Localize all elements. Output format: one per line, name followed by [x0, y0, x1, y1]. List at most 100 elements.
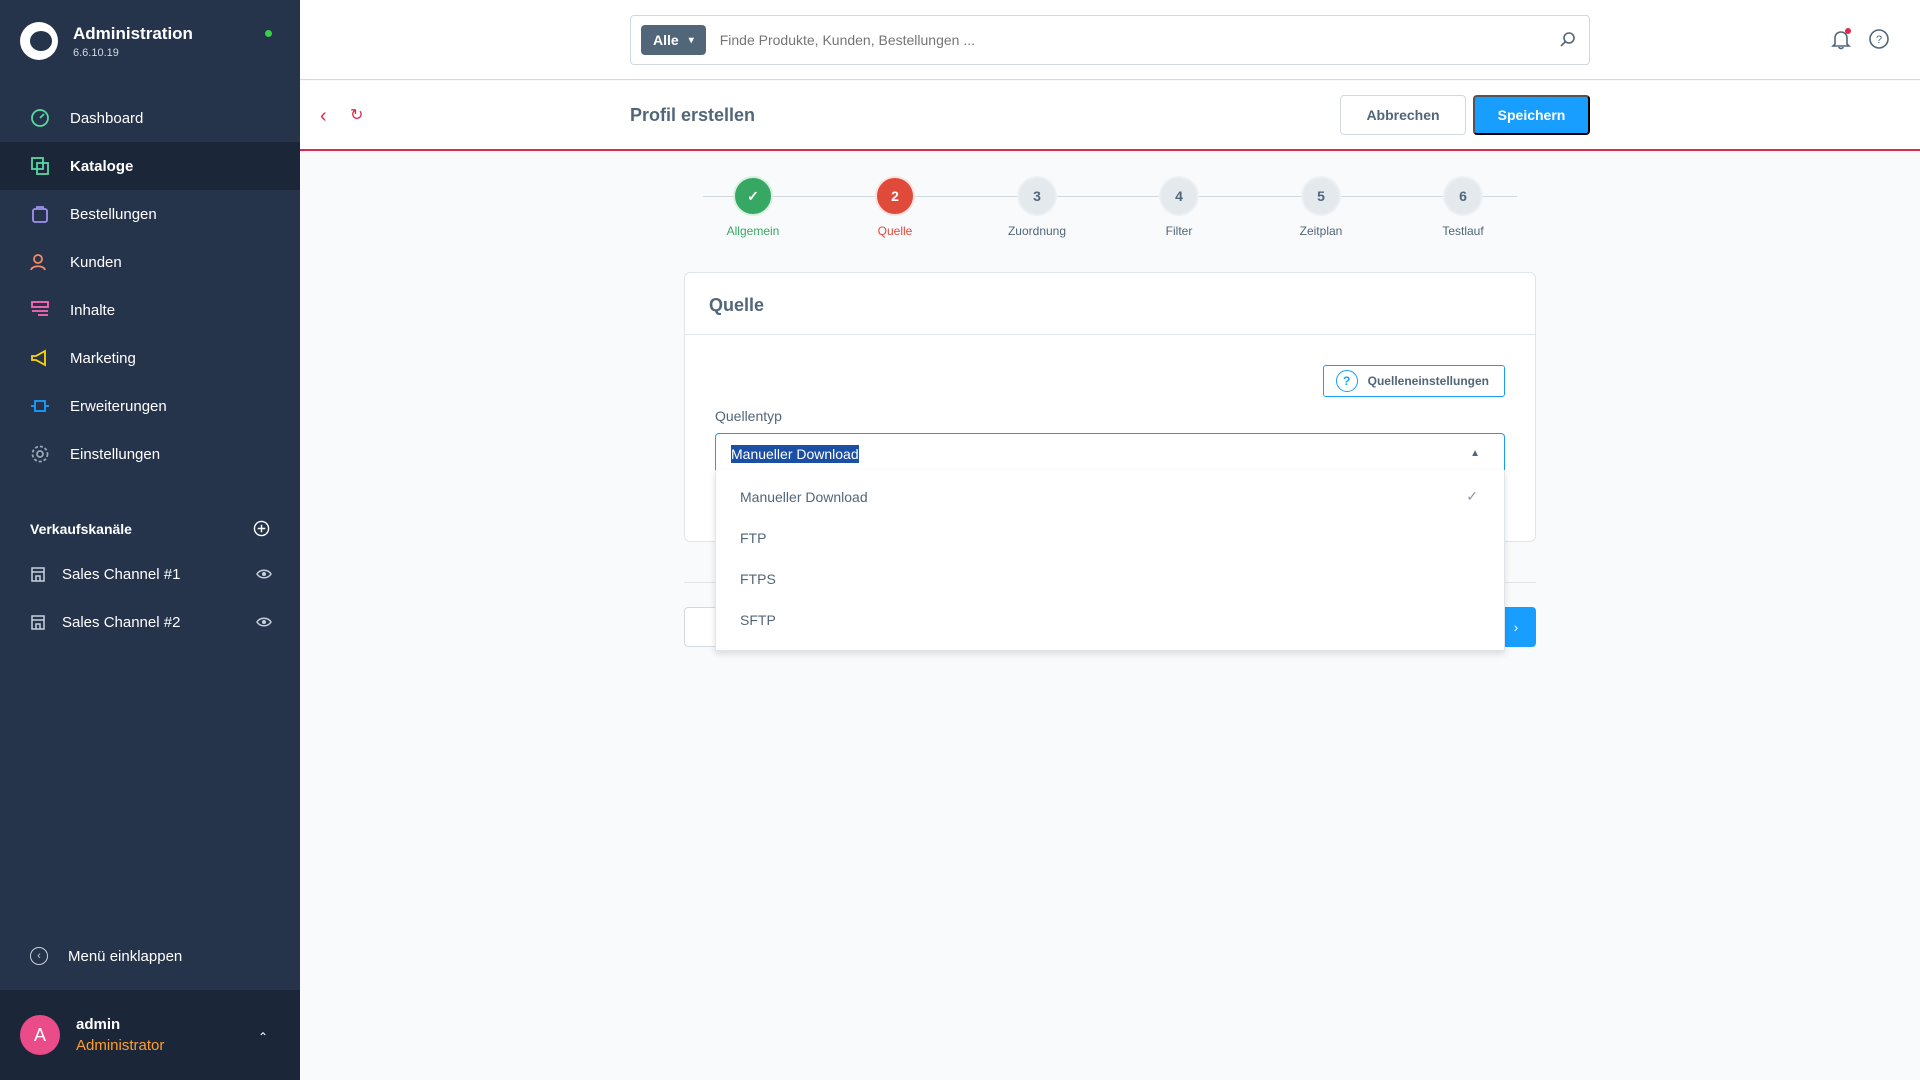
nav-label: Bestellungen [70, 205, 157, 223]
source-type-dropdown: Manueller Download ✓ FTP FTPS SFTP [715, 470, 1505, 651]
svg-text:?: ? [1876, 34, 1882, 46]
save-button[interactable]: Speichern [1473, 95, 1590, 135]
step-label: Quelle [877, 224, 913, 238]
brand-version: 6.6.10.19 [73, 46, 119, 59]
step-label: Filter [1165, 224, 1193, 238]
reload-icon[interactable]: ↻ [350, 105, 363, 125]
user-menu[interactable]: A admin Administrator ⌃ [0, 990, 300, 1080]
brand-title: Administration [73, 23, 193, 43]
nav-item-bestellungen[interactable]: Bestellungen [0, 190, 300, 238]
user-name: admin [76, 1016, 121, 1033]
card-title: Quelle [685, 273, 1535, 335]
step-checkmark: ✓ [733, 176, 773, 216]
customers-icon [30, 254, 46, 271]
source-type-value: Manueller Download [731, 445, 859, 463]
nav-item-inhalte[interactable]: Inhalte [0, 286, 300, 334]
sales-channels-header: Verkaufskanäle [30, 520, 270, 537]
nav-label: Kataloge [70, 157, 134, 175]
dropdown-option[interactable]: FTPS [716, 558, 1504, 599]
step-label: Allgemein [726, 224, 780, 238]
dropdown-option[interactable]: FTP [716, 517, 1504, 558]
global-search: Alle ▾ [630, 15, 1590, 65]
nav-label: Marketing [70, 349, 136, 367]
step-label: Testlauf [1442, 224, 1484, 238]
storefront-icon [31, 567, 45, 582]
chevron-left-circle-icon: ‹ [30, 947, 48, 965]
step-quelle[interactable]: 2 Quelle [845, 176, 945, 238]
nav-item-dashboard[interactable]: Dashboard [0, 94, 300, 142]
smart-bar: ‹ ↻ Profil erstellen Abbrechen Speichern [300, 81, 1920, 151]
sales-channel-label: Sales Channel #2 [62, 613, 181, 631]
dropdown-option[interactable]: Manueller Download ✓ [716, 476, 1504, 517]
nav-item-kataloge[interactable]: Kataloge [0, 142, 300, 190]
extensions-icon [31, 400, 49, 412]
chevron-up-icon: ⌃ [257, 1030, 268, 1044]
search-type-label: Alle [653, 32, 679, 48]
help-icon[interactable]: ? [1868, 28, 1890, 50]
collapse-menu-button[interactable]: ‹ Menü einklappen [30, 947, 182, 965]
nav-item-erweiterungen[interactable]: Erweiterungen [0, 382, 300, 430]
avatar: A [20, 1015, 60, 1055]
nav-item-kunden[interactable]: Kunden [0, 238, 300, 286]
step-number: 5 [1301, 176, 1341, 216]
step-zeitplan[interactable]: 5 Zeitplan [1271, 176, 1371, 238]
step-testlauf[interactable]: 6 Testlauf [1413, 176, 1513, 238]
search-input[interactable] [719, 32, 1557, 48]
step-number: 2 [875, 176, 915, 216]
sales-channel-item[interactable]: Sales Channel #2 [0, 598, 300, 646]
orders-icon [32, 206, 48, 223]
nav-label: Dashboard [70, 109, 144, 127]
content-icon [31, 301, 49, 316]
source-type-label: Quellentyp [715, 408, 782, 424]
sales-channel-list: Sales Channel #1 Sales Channel #2 [0, 550, 300, 646]
nav-item-marketing[interactable]: Marketing [0, 334, 300, 382]
marketing-icon [31, 349, 46, 367]
search-type-dropdown[interactable]: Alle ▾ [641, 25, 706, 55]
top-bar: Alle ▾ ? [300, 0, 1920, 80]
brand[interactable]: Administration 6.6.10.19 [20, 22, 193, 60]
help-button-label: Quelleneinstellungen [1367, 374, 1489, 388]
settings-icon [31, 445, 49, 463]
notification-dot [1845, 28, 1851, 34]
eye-icon[interactable] [256, 616, 272, 628]
chevron-down-icon: ▾ [688, 34, 694, 46]
top-icons: ? [1830, 28, 1890, 50]
nav-label: Erweiterungen [70, 397, 167, 415]
eye-icon[interactable] [256, 568, 272, 580]
chevron-up-icon: ▲ [1470, 448, 1480, 459]
collapse-menu-label: Menü einklappen [68, 947, 183, 965]
nav-item-einstellungen[interactable]: Einstellungen [0, 430, 300, 478]
option-label: FTP [740, 529, 767, 546]
catalog-icon [31, 157, 49, 175]
storefront-icon [31, 615, 45, 630]
sales-channel-label: Sales Channel #1 [62, 565, 181, 583]
step-filter[interactable]: 4 Filter [1129, 176, 1229, 238]
step-allgemein[interactable]: ✓ Allgemein [703, 176, 803, 238]
wizard-stepper: ✓ Allgemein 2 Quelle 3 Zuordnung 4 Filte… [703, 176, 1517, 246]
nav-label: Einstellungen [70, 445, 161, 463]
sales-channel-item[interactable]: Sales Channel #1 [0, 550, 300, 598]
search-icon[interactable] [1557, 31, 1579, 49]
shopware-logo [20, 22, 58, 60]
sidebar: Administration 6.6.10.19 Dashboard Katal… [0, 0, 300, 1080]
option-label: SFTP [740, 611, 776, 628]
main-nav: Dashboard Kataloge Bestellungen Kunden I… [0, 94, 300, 478]
dashboard-icon [31, 109, 49, 127]
step-label: Zeitplan [1299, 224, 1343, 238]
nav-label: Inhalte [70, 301, 116, 319]
page-title: Profil erstellen [630, 105, 756, 125]
step-number: 6 [1443, 176, 1483, 216]
option-label: FTPS [740, 570, 776, 587]
source-settings-help-button[interactable]: ? Quelleneinstellungen [1322, 365, 1505, 397]
status-dot [265, 30, 272, 37]
option-label: Manueller Download [740, 488, 868, 505]
step-label: Zuordnung [1007, 224, 1067, 238]
dropdown-option[interactable]: SFTP [716, 599, 1504, 640]
notifications-button[interactable] [1830, 28, 1852, 50]
cancel-button[interactable]: Abbrechen [1340, 95, 1466, 135]
back-icon[interactable]: ‹ [320, 105, 327, 128]
add-sales-channel-icon[interactable] [253, 520, 270, 537]
step-zuordnung[interactable]: 3 Zuordnung [987, 176, 1087, 238]
step-number: 3 [1017, 176, 1057, 216]
question-icon: ? [1335, 370, 1358, 392]
